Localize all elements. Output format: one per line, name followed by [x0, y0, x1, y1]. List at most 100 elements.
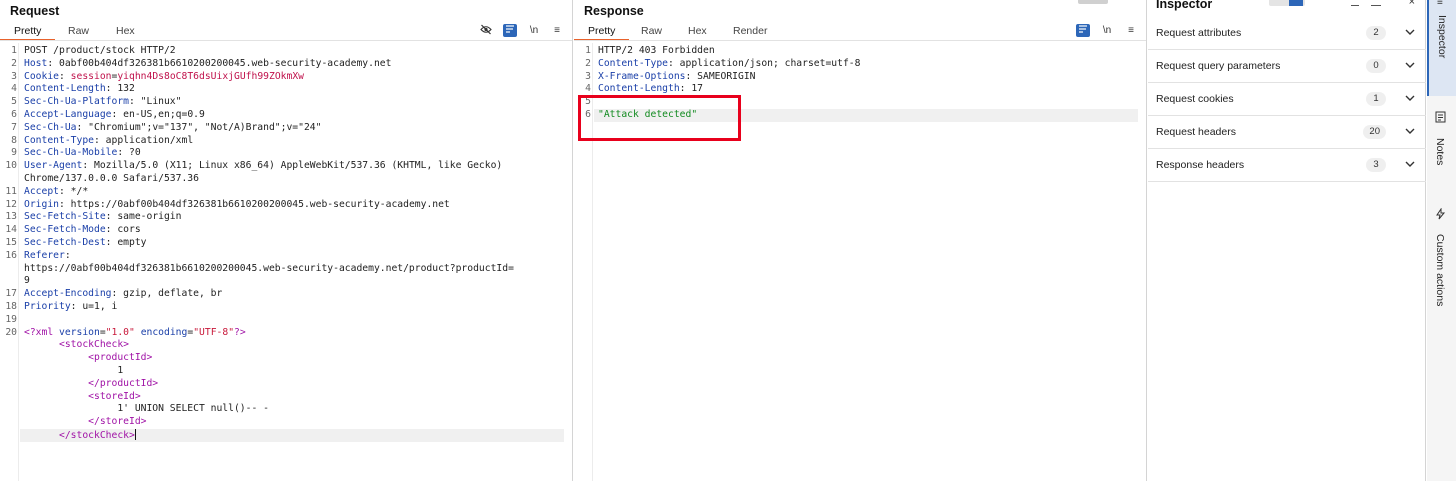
code-token: : ?0 — [117, 147, 141, 159]
code-line: <stockCheck> — [24, 339, 129, 352]
code-line: Chrome/137.0.0.0 Safari/537.36 — [24, 173, 199, 186]
line-number: 17 — [5, 288, 17, 300]
inspector-section-request-attributes[interactable]: Request attributes 2 — [1148, 17, 1426, 50]
header-name: Accept-Language — [24, 109, 112, 120]
code-token: POST /product/stock HTTP/2 — [24, 45, 176, 56]
response-tab-raw[interactable]: Raw — [641, 25, 662, 37]
count-badge: 2 — [1366, 26, 1386, 40]
line-number: 1 — [11, 45, 17, 56]
code-line: </productId> — [24, 378, 158, 391]
request-tab-raw[interactable]: Raw — [68, 25, 89, 37]
rail-tab-custom-actions[interactable]: Custom actions — [1427, 198, 1456, 320]
response-tabs-divider — [574, 40, 1146, 41]
code-token: <?xml — [24, 326, 59, 338]
code-token: : 0abf00b404df326381b6610200200045.web-s… — [47, 57, 392, 69]
wrap-lines-icon[interactable] — [503, 24, 517, 37]
chevron-down-icon[interactable] — [1404, 124, 1416, 138]
count-badge: 1 — [1366, 92, 1386, 106]
code-line: 1 — [24, 365, 123, 378]
line-number: 9 — [11, 147, 17, 159]
layout-toggle[interactable] — [1269, 0, 1305, 6]
code-line: <storeId> — [24, 391, 141, 404]
menu-icon[interactable]: ≡ — [550, 24, 564, 37]
request-tab-hex[interactable]: Hex — [116, 25, 135, 37]
header-name: Sec-Fetch-Mode — [24, 224, 106, 236]
code-line: Accept: */* — [24, 186, 88, 199]
code-line: <productId> — [24, 352, 152, 365]
collapse-icon[interactable] — [1371, 0, 1381, 6]
close-icon[interactable]: × — [1409, 0, 1415, 8]
line-number: 19 — [5, 313, 17, 325]
header-name: Content-Length — [24, 83, 106, 95]
code-token: </stockCheck> — [59, 430, 135, 441]
rail-tab-notes[interactable]: Notes — [1427, 104, 1456, 184]
chevron-down-icon[interactable] — [1404, 58, 1416, 72]
rail-tab-custom-actions-label: Custom actions — [1434, 234, 1446, 307]
code-token: : — [59, 70, 71, 82]
notes-icon — [1435, 110, 1446, 128]
inspector-section-request-cookies[interactable]: Request cookies 1 — [1148, 83, 1426, 116]
line-number: 12 — [5, 198, 17, 210]
inspector-section-response-headers[interactable]: Response headers 3 — [1148, 149, 1426, 182]
line-number: 14 — [5, 224, 17, 236]
code-token: : — [64, 249, 71, 261]
chevron-down-icon[interactable] — [1404, 91, 1416, 105]
code-line: Sec-Fetch-Mode: cors — [24, 224, 141, 237]
line-number: 16 — [5, 249, 17, 261]
header-name: Sec-Ch-Ua-Platform — [24, 96, 129, 108]
request-editor[interactable]: 1 2 3 4 5 6 7 8 9 10 11 12 13 14 15 16 17 18 19 20 POST /pr… — [0, 43, 572, 481]
code-line: Host: 0abf00b404df326381b6610200200045.w… — [24, 58, 391, 71]
code-token: : application/json; charset=utf-8 — [668, 57, 861, 69]
code-line: Sec-Ch-Ua: "Chromium";v="137", "Not/A)Br… — [24, 122, 321, 135]
header-name: Referer — [24, 249, 65, 261]
line-number: 1 — [585, 45, 591, 56]
code-line: </storeId> — [24, 416, 146, 429]
request-tab-pretty[interactable]: Pretty — [14, 25, 41, 37]
line-number: 2 — [11, 57, 17, 69]
newline-toggle[interactable]: \n — [1100, 24, 1114, 37]
response-tab-pretty[interactable]: Pretty — [588, 25, 615, 37]
header-name: Priority — [24, 301, 71, 312]
line-number: 13 — [5, 211, 17, 223]
line-number: 10 — [5, 160, 17, 172]
code-token: 1' UNION SELECT null()-- - — [24, 403, 269, 415]
code-token: : u=1, i — [70, 301, 118, 312]
line-number: 11 — [5, 185, 17, 197]
header-name: Content-Length — [598, 83, 680, 95]
response-tab-hex[interactable]: Hex — [688, 25, 707, 37]
inspector-section-request-query-parameters[interactable]: Request query parameters 0 — [1148, 50, 1426, 83]
code-line: POST /product/stock HTTP/2 — [24, 45, 176, 58]
chevron-down-icon[interactable] — [1404, 157, 1416, 171]
line-number: 3 — [11, 70, 17, 82]
header-name: encoding — [140, 326, 188, 338]
download-icon[interactable] — [1351, 0, 1359, 6]
code-token: : Mozilla/5.0 (X11; Linux x86_64) AppleW… — [82, 160, 503, 172]
rail-tab-inspector[interactable]: ≡ Inspector — [1427, 0, 1456, 96]
response-pane: Response Pretty Raw Hex Render \n ≡ 1234… — [574, 0, 1147, 481]
code-line: 9 — [24, 275, 30, 288]
line-number: 7 — [11, 121, 17, 133]
header-name: version — [59, 326, 100, 338]
wrap-lines-icon[interactable] — [1076, 24, 1090, 37]
response-tab-render[interactable]: Render — [733, 25, 767, 37]
code-line: Accept-Language: en-US,en;q=0.9 — [24, 109, 205, 122]
custom-actions-icon — [1435, 207, 1446, 225]
newline-toggle[interactable]: \n — [527, 24, 541, 37]
code-token: : "Chromium";v="137", "Not/A)Brand";v="2… — [76, 121, 322, 133]
inspector-section-request-headers[interactable]: Request headers 20 — [1148, 116, 1426, 149]
eye-slash-icon[interactable] — [479, 24, 493, 37]
code-line: 1' UNION SELECT null()-- - — [24, 403, 269, 416]
chevron-down-icon[interactable] — [1404, 25, 1416, 39]
menu-icon[interactable]: ≡ — [1124, 24, 1138, 37]
code-line: https://0abf00b404df326381b6610200200045… — [24, 263, 514, 276]
header-name: Origin — [24, 198, 59, 210]
code-token: : 132 — [105, 83, 135, 95]
inspector-title: Inspector — [1156, 0, 1213, 11]
code-line: Priority: u=1, i — [24, 301, 117, 314]
line-number: 4 — [11, 83, 17, 95]
pane-splitter-handle[interactable] — [1078, 0, 1108, 4]
code-line: Referer: — [24, 250, 71, 263]
